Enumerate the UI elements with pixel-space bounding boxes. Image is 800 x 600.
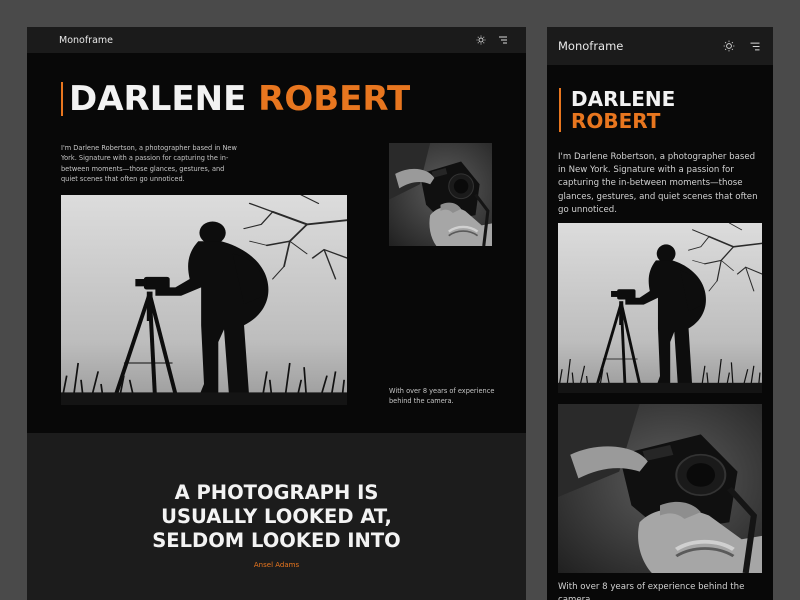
hero-first-name: DARLENE bbox=[69, 79, 247, 119]
nav-actions bbox=[476, 35, 508, 45]
experience-text: With over 8 years of experience behind t… bbox=[389, 387, 495, 406]
mobile-preview: Monoframe DARLENE ROBERT I'm Darlene Rob… bbox=[547, 27, 773, 600]
camera-hands-photo bbox=[389, 143, 492, 246]
title-accent-bar bbox=[559, 88, 561, 132]
brand-logo[interactable]: Monoframe bbox=[558, 39, 623, 53]
desktop-preview: Monoframe DARLENE ROBERT I'm Darlene Rob… bbox=[27, 27, 526, 600]
sun-icon[interactable] bbox=[723, 40, 735, 52]
menu-icon[interactable] bbox=[749, 42, 761, 51]
quote-section: A PHOTOGRAPH IS USUALLY LOOKED AT, SELDO… bbox=[27, 433, 526, 600]
hero-last-name: ROBERT bbox=[571, 109, 661, 133]
hero-title: DARLENE ROBERT bbox=[571, 88, 675, 132]
sun-icon[interactable] bbox=[476, 35, 486, 45]
photographer-silhouette-photo bbox=[558, 223, 762, 393]
intro-text: I'm Darlene Robertson, a photographer ba… bbox=[61, 144, 237, 184]
intro-text: I'm Darlene Robertson, a photographer ba… bbox=[558, 152, 758, 215]
photographer-silhouette-photo bbox=[61, 195, 347, 405]
brand-logo[interactable]: Monoframe bbox=[59, 35, 113, 46]
menu-icon[interactable] bbox=[498, 36, 508, 44]
camera-hands-photo bbox=[558, 404, 762, 573]
hero-first-name: DARLENE bbox=[571, 87, 676, 111]
mobile-navbar: Monoframe bbox=[547, 27, 773, 65]
nav-actions bbox=[723, 40, 761, 52]
quote-author: Ansel Adams bbox=[253, 561, 300, 569]
hero-last-name: ROBERT bbox=[258, 79, 411, 119]
experience-text: With over 8 years of experience behind t… bbox=[558, 582, 745, 600]
title-accent-bar bbox=[61, 82, 63, 116]
quote-text: A PHOTOGRAPH IS USUALLY LOOKED AT, SELDO… bbox=[152, 481, 401, 552]
desktop-navbar: Monoframe bbox=[27, 27, 526, 53]
hero-title: DARLENE ROBERT bbox=[69, 82, 410, 116]
